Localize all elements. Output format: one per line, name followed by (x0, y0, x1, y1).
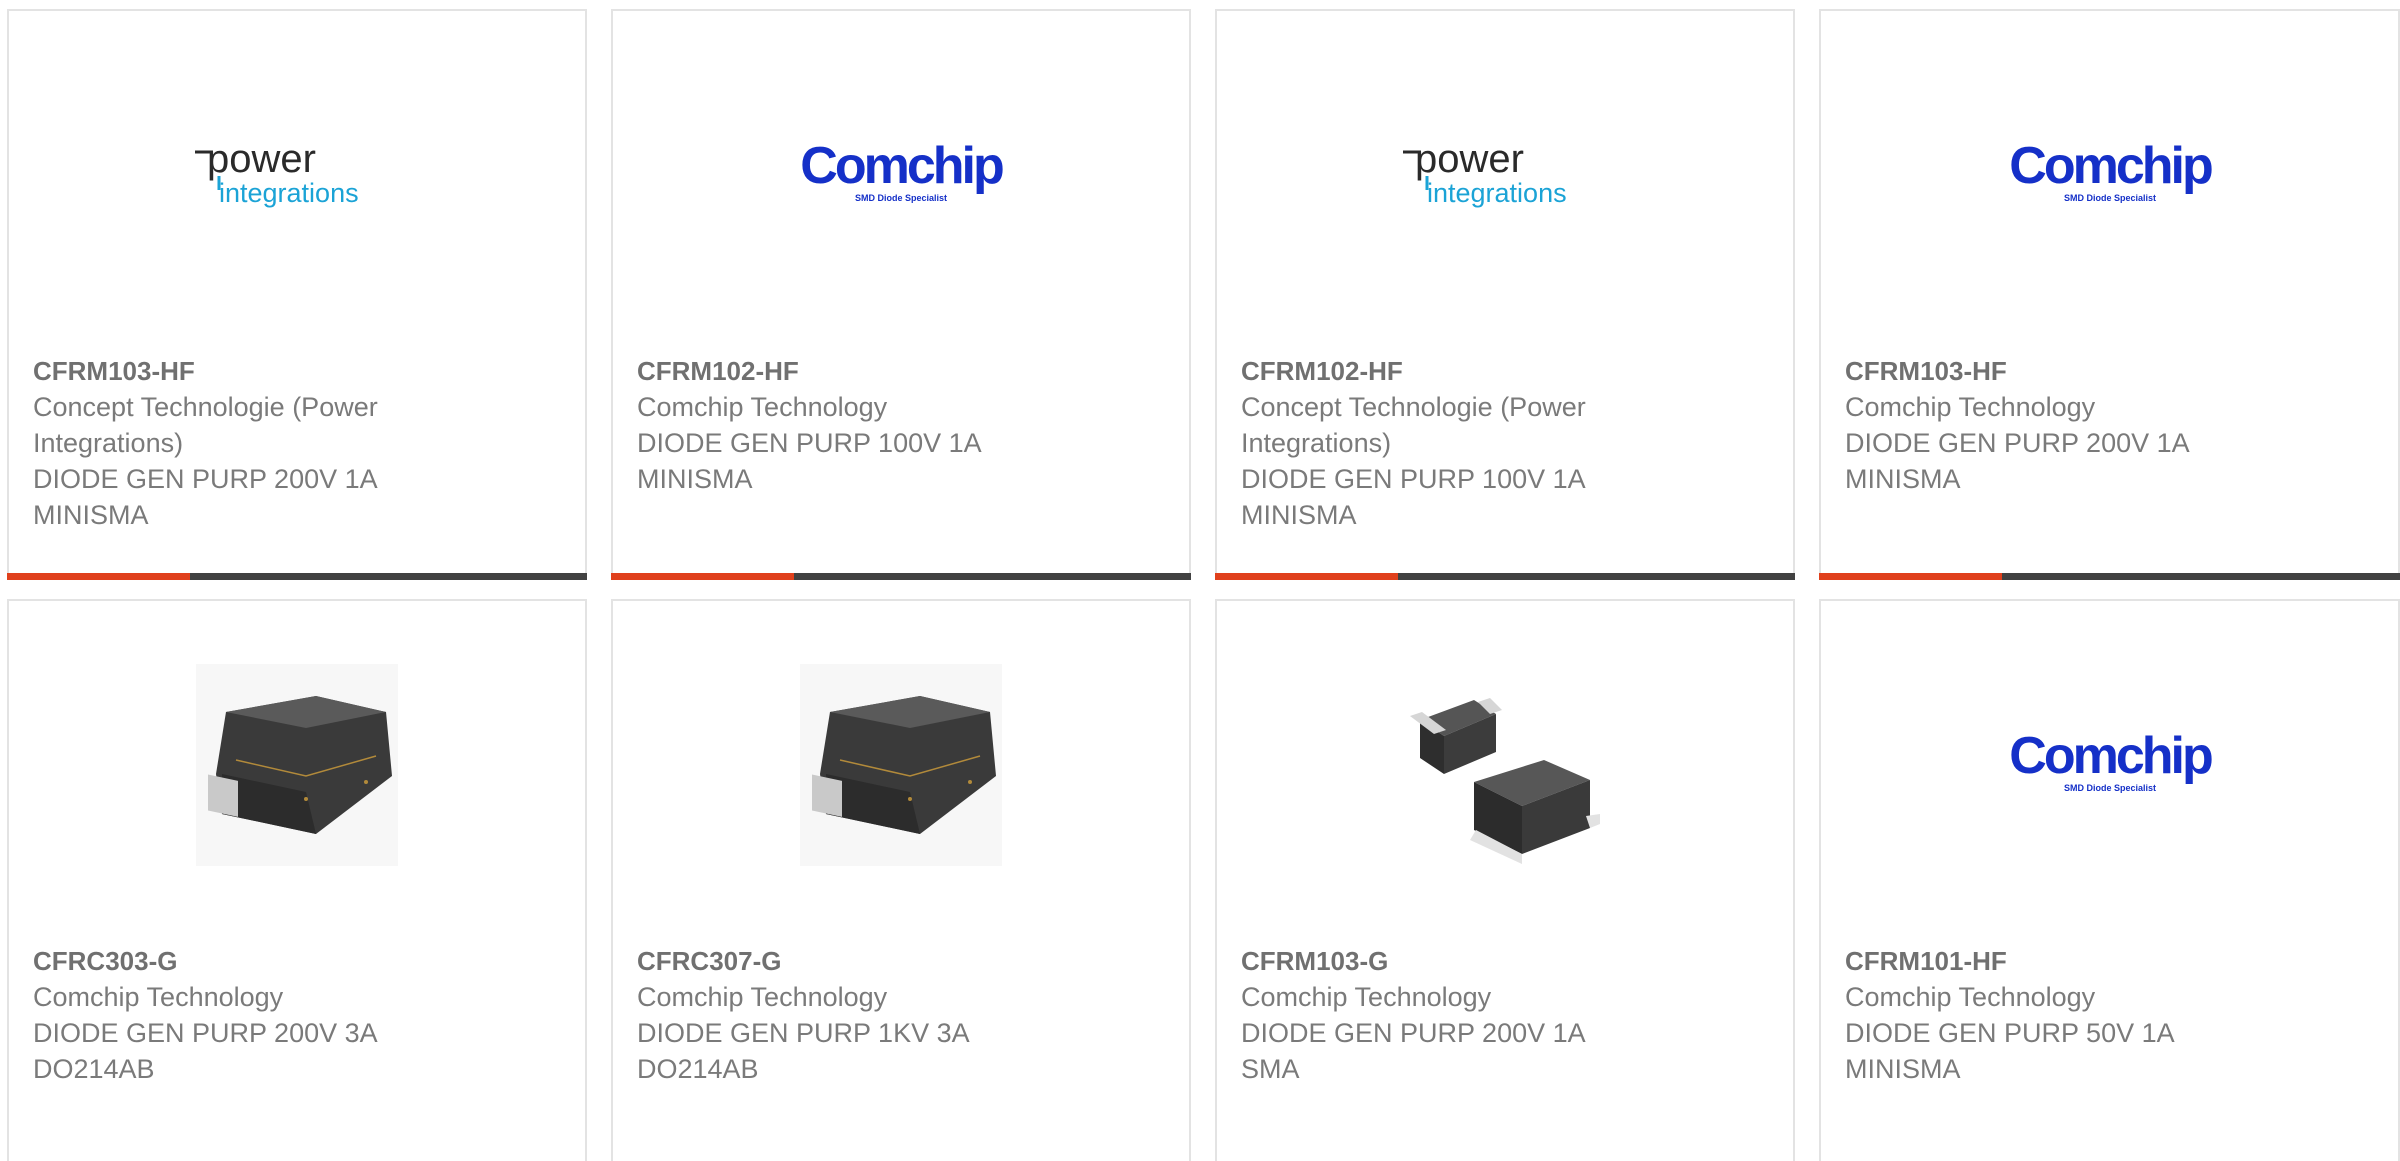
card-bottom-bar (1215, 573, 1795, 580)
manufacturer: Concept Technologie (Power Integrations) (1241, 392, 1586, 458)
product-info: CFRM101-HF Comchip Technology DIODE GEN … (1845, 943, 2374, 1087)
svg-text:SMD Diode Specialist: SMD Diode Specialist (2063, 783, 2155, 793)
svg-text:Comchip: Comchip (2009, 733, 2212, 785)
manufacturer: Comchip Technology (1845, 392, 2096, 422)
manufacturer: Concept Technologie (Power Integrations) (33, 392, 378, 458)
manufacturer: Comchip Technology (637, 392, 888, 422)
svg-text:power: power (207, 138, 316, 181)
svg-text:power: power (1415, 138, 1524, 181)
product-card[interactable]: Comchip SMD Diode Specialist CFRM103-HF … (1819, 9, 2400, 580)
do214ab-package-photo (799, 663, 1003, 867)
power-integrations-logo: power integrations (1403, 73, 1607, 277)
card-accent-bar (7, 573, 190, 580)
product-info: CFRM102-HF Comchip Technology DIODE GEN … (637, 353, 1165, 497)
card-bottom-bar (1819, 573, 2400, 580)
product-info: CFRM102-HF Concept Technologie (Power In… (1241, 353, 1769, 533)
card-accent-bar (1215, 573, 1398, 580)
comchip-logo: Comchip SMD Diode Specialist (2008, 73, 2212, 277)
part-number[interactable]: CFRM102-HF (1241, 353, 1769, 389)
part-number[interactable]: CFRC303-G (33, 943, 561, 979)
product-card[interactable]: Comchip SMD Diode Specialist CFRM102-HF … (611, 9, 1191, 580)
do214ab-package-photo (195, 663, 399, 867)
product-card[interactable]: CFRC303-G Comchip Technology DIODE GEN P… (7, 599, 587, 1161)
product-card[interactable]: power integrations CFRM103-HF Concept Te… (7, 9, 587, 580)
manufacturer: Comchip Technology (1845, 982, 2096, 1012)
description: DIODE GEN PURP 200V 1A SMA (1241, 1018, 1585, 1084)
power-integrations-logo: power integrations (195, 73, 399, 277)
description: DIODE GEN PURP 200V 3A DO214AB (33, 1018, 377, 1084)
description: DIODE GEN PURP 100V 1A MINISMA (637, 428, 981, 494)
part-number[interactable]: CFRM103-HF (1845, 353, 2374, 389)
svg-text:Comchip: Comchip (800, 143, 1003, 195)
description: DIODE GEN PURP 200V 1A MINISMA (1845, 428, 2189, 494)
svg-text:SMD Diode Specialist: SMD Diode Specialist (855, 193, 947, 203)
product-card[interactable]: Comchip SMD Diode Specialist CFRM101-HF … (1819, 599, 2400, 1161)
product-info: CFRC303-G Comchip Technology DIODE GEN P… (33, 943, 561, 1087)
product-card[interactable]: power integrations CFRM102-HF Concept Te… (1215, 9, 1795, 580)
card-accent-bar (1819, 573, 2002, 580)
product-card[interactable]: CFRC307-G Comchip Technology DIODE GEN P… (611, 599, 1191, 1161)
product-info: CFRM103-G Comchip Technology DIODE GEN P… (1241, 943, 1769, 1087)
svg-text:Comchip: Comchip (2009, 143, 2212, 195)
card-accent-bar (611, 573, 794, 580)
manufacturer: Comchip Technology (637, 982, 888, 1012)
svg-text:integrations: integrations (219, 178, 359, 208)
svg-text:SMD Diode Specialist: SMD Diode Specialist (2063, 193, 2155, 203)
comchip-logo: Comchip SMD Diode Specialist (2008, 663, 2212, 867)
product-info: CFRC307-G Comchip Technology DIODE GEN P… (637, 943, 1165, 1087)
part-number[interactable]: CFRM101-HF (1845, 943, 2374, 979)
description: DIODE GEN PURP 100V 1A MINISMA (1241, 464, 1585, 530)
description: DIODE GEN PURP 200V 1A MINISMA (33, 464, 377, 530)
product-grid: power integrations CFRM103-HF Concept Te… (0, 0, 2400, 1161)
product-card[interactable]: CFRM103-G Comchip Technology DIODE GEN P… (1215, 599, 1795, 1161)
description: DIODE GEN PURP 50V 1A MINISMA (1845, 1018, 2174, 1084)
part-number[interactable]: CFRM102-HF (637, 353, 1165, 389)
svg-text:integrations: integrations (1427, 178, 1567, 208)
manufacturer: Comchip Technology (1241, 982, 1492, 1012)
description: DIODE GEN PURP 1KV 3A DO214AB (637, 1018, 969, 1084)
manufacturer: Comchip Technology (33, 982, 284, 1012)
card-bottom-bar (7, 573, 587, 580)
comchip-logo: Comchip SMD Diode Specialist (799, 73, 1003, 277)
sma-package-photo (1403, 663, 1607, 867)
part-number[interactable]: CFRM103-HF (33, 353, 561, 389)
part-number[interactable]: CFRC307-G (637, 943, 1165, 979)
product-info: CFRM103-HF Comchip Technology DIODE GEN … (1845, 353, 2374, 497)
card-bottom-bar (611, 573, 1191, 580)
product-info: CFRM103-HF Concept Technologie (Power In… (33, 353, 561, 533)
part-number[interactable]: CFRM103-G (1241, 943, 1769, 979)
